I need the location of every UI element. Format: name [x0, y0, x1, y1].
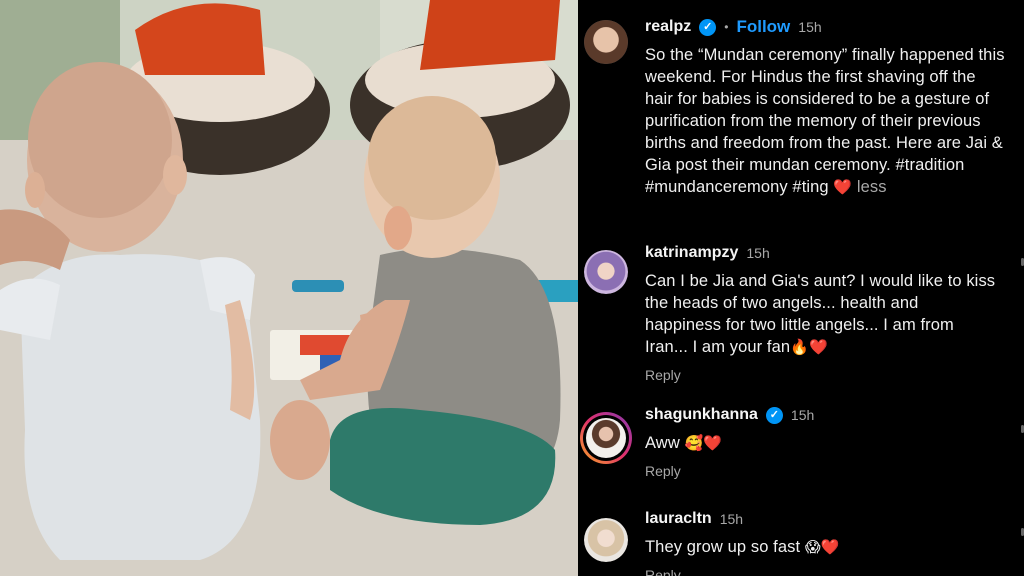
timestamp: 15h: [719, 511, 744, 527]
reply-button[interactable]: Reply: [645, 367, 1010, 383]
post-header: realpz ✓ • Follow 15h: [645, 16, 1010, 38]
avatar[interactable]: [584, 518, 628, 562]
comments-panel: realpz ✓ • Follow 15h So the “Mundan cer…: [578, 0, 1024, 576]
avatar[interactable]: [584, 250, 628, 294]
comment-header: shagunkhanna ✓ 15h: [645, 404, 1010, 426]
follow-button[interactable]: Follow: [736, 17, 790, 37]
timestamp: 15h: [746, 245, 770, 261]
reply-button[interactable]: Reply: [645, 567, 1010, 576]
heart-icon: ❤️: [833, 178, 853, 196]
comment: lauracltn 15h They grow up so fast 😱❤️ R…: [578, 508, 1024, 576]
babies-photo-illustration: [0, 0, 578, 576]
username[interactable]: lauracltn: [645, 510, 712, 528]
caption-body: So the “Mundan ceremony” finally happene…: [645, 46, 1005, 196]
comment-header: katrinampzy 15h: [645, 242, 1010, 264]
verified-badge-icon: ✓: [765, 406, 783, 424]
post-photo: [0, 0, 578, 576]
comment-text: Can I be Jia and Gia's aunt? I would lik…: [645, 270, 997, 358]
timestamp: 15h: [790, 407, 815, 423]
comment: shagunkhanna ✓ 15h Aww 🥰❤️ Reply: [578, 404, 1024, 494]
username[interactable]: katrinampzy: [645, 244, 738, 262]
comment-header: lauracltn 15h: [645, 508, 1010, 530]
scream-heart-emoji: 😱❤️: [804, 538, 840, 556]
fire-heart-emoji: 🔥❤️: [790, 338, 828, 356]
username[interactable]: shagunkhanna: [645, 406, 758, 424]
comment-text: Aww 🥰❤️: [645, 432, 1010, 454]
comment-body: Aww: [645, 434, 680, 452]
timestamp: 15h: [798, 19, 822, 35]
comment-body: They grow up so fast: [645, 538, 801, 556]
less-link[interactable]: less: [857, 178, 887, 196]
comment: katrinampzy 15h Can I be Jia and Gia's a…: [578, 242, 1024, 392]
avatar[interactable]: [580, 412, 632, 464]
caption-text: So the “Mundan ceremony” finally happene…: [645, 44, 1005, 198]
post-caption: realpz ✓ • Follow 15h So the “Mundan cer…: [578, 16, 1024, 231]
smile-heart-emoji: 🥰❤️: [684, 434, 723, 452]
separator-dot: •: [724, 20, 729, 34]
comment-text: They grow up so fast 😱❤️: [645, 536, 1010, 558]
avatar[interactable]: [584, 20, 628, 64]
reply-button[interactable]: Reply: [645, 463, 1010, 479]
verified-badge-icon: ✓: [699, 18, 717, 36]
username[interactable]: realpz: [645, 18, 691, 36]
